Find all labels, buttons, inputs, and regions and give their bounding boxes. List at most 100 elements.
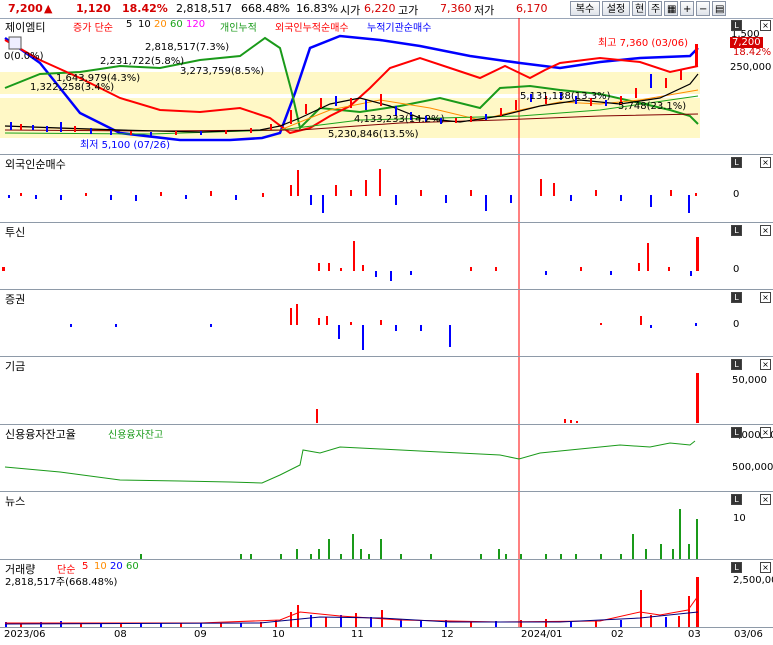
panel-lock-icon[interactable]: L [731, 427, 742, 438]
volume-ma20-label: 20 [110, 561, 123, 572]
panel-close-icon[interactable]: × [760, 292, 771, 303]
stock-name-label[interactable]: 제이엠티 [5, 19, 45, 35]
volume-ma5-line [5, 595, 699, 624]
x-label-10: 10 [272, 629, 285, 640]
low-value: 6,170 [516, 2, 548, 15]
panel-close-icon[interactable]: × [760, 427, 771, 438]
foreign-panel[interactable]: 외국인순매수 0 L × [0, 155, 773, 223]
foreign-plot [8, 155, 697, 222]
securities-zero-label: 0 [733, 319, 740, 330]
change-percent: 18.42% [122, 2, 168, 15]
x-label-11: 11 [351, 629, 364, 640]
foreign-zero-label: 0 [733, 189, 740, 200]
x-label-12: 12 [441, 629, 454, 640]
low-label: 저가 [474, 4, 495, 17]
pension-panel[interactable]: 기금 50,000 L × [0, 357, 773, 425]
multi-button[interactable]: 복수 [570, 1, 600, 16]
x-label-03-06: 03/06 [734, 629, 763, 640]
trust-panel-title[interactable]: 투신 [5, 224, 25, 240]
panel-lock-icon[interactable]: L [731, 157, 742, 168]
panel-close-icon[interactable]: × [760, 225, 771, 236]
securities-panel-title[interactable]: 증권 [5, 291, 25, 307]
legend-institution: 누적기관순매수 [367, 23, 432, 34]
legend-individual: 개인누적 [220, 23, 257, 34]
news-panel[interactable]: 뉴스 10 L × [0, 492, 773, 560]
panel-close-icon[interactable]: × [760, 20, 771, 31]
annotation-1: 2,818,517(7.3%) [145, 42, 230, 53]
annotation-9: 4,133,233(14.2%) [354, 114, 445, 125]
securities-plot [70, 290, 697, 356]
stock-button[interactable]: 주 [648, 1, 662, 16]
x-label-03: 03 [688, 629, 701, 640]
annotation-7: 5,131,138(13.3%) [520, 91, 611, 102]
volume-value: 2,818,517 [176, 2, 232, 15]
up-arrow-icon: ▲ [44, 2, 53, 15]
panel-lock-icon[interactable]: L [731, 562, 742, 573]
trust-panel[interactable]: 투신 0 L × [0, 223, 773, 290]
percent-tag: 18.42% [733, 47, 772, 58]
add-icon[interactable]: + [680, 1, 694, 16]
grid-icon[interactable]: ▦ [664, 1, 678, 16]
volume-sub-label: 2,818,517주(668.48%) [5, 577, 118, 588]
panel-lock-icon[interactable]: L [731, 292, 742, 303]
panel-lock-icon[interactable]: L [731, 359, 742, 370]
credit-balance-title: 신용융자잔고 [108, 430, 164, 441]
panel-lock-icon[interactable]: L [731, 494, 742, 505]
open-value: 6,220 [364, 2, 396, 15]
settings-button[interactable]: 설정 [602, 1, 630, 16]
x-axis: 2023/06 08 09 10 11 12 2024/01 02 03 03/… [0, 627, 773, 645]
volume-ma10-label: 10 [94, 561, 107, 572]
volume-panel[interactable]: 거래량 단순 5 10 20 60 2,818,517주(668.48%) 2,… [0, 560, 773, 627]
panel-close-icon[interactable]: × [760, 359, 771, 370]
pension-plot [316, 357, 699, 424]
news-bars [140, 509, 698, 559]
window-icon[interactable]: ▤ [712, 1, 726, 16]
legend-ma10: 10 [138, 19, 151, 30]
news-y-label: 10 [733, 513, 746, 524]
volume-ma5-label: 5 [82, 561, 89, 572]
securities-panel[interactable]: 증권 0 L × [0, 290, 773, 357]
high-label: 고가 [398, 4, 419, 17]
foreign-bars [8, 169, 697, 213]
legend-ma5: 5 [126, 19, 133, 30]
pension-panel-title[interactable]: 기금 [5, 358, 25, 374]
pension-y-label: 50,000 [732, 375, 767, 386]
quote-bar: 7,200 ▲ 1,120 18.42% 2,818,517 668.48% 1… [0, 0, 773, 19]
panel-lock-icon[interactable]: L [731, 225, 742, 236]
x-label-09: 09 [194, 629, 207, 640]
annotation-3: 3,273,759(8.5%) [180, 66, 265, 77]
x-label-02: 02 [611, 629, 624, 640]
turnover-rate: 16.83% [296, 2, 338, 15]
x-label-2024-01: 2024/01 [521, 629, 563, 640]
legend-ma60: 60 [170, 19, 183, 30]
volume-ma60-label: 60 [126, 561, 139, 572]
news-panel-title[interactable]: 뉴스 [5, 493, 25, 509]
high-annotation: 최고 7,360 (03/06) [598, 38, 689, 49]
x-label-08: 08 [114, 629, 127, 640]
minus-icon[interactable]: − [696, 1, 710, 16]
legend-ma120: 120 [186, 19, 206, 30]
panel-close-icon[interactable]: × [760, 157, 771, 168]
volume-y-label: 2,500,000 [733, 575, 773, 586]
foreign-panel-title[interactable]: 외국인순매수 [5, 156, 66, 172]
high-value: 7,360 [440, 2, 472, 15]
legend-ma20: 20 [154, 19, 167, 30]
price-panel[interactable]: 제이엠티 증가 단순 5 10 20 60 120 개인누적 외국인누적순매수 … [0, 18, 773, 155]
current-price: 7,200 [8, 2, 43, 15]
volume-ratio: 668.48% [241, 2, 290, 15]
panel-close-icon[interactable]: × [760, 494, 771, 505]
x-label-2023-06: 2023/06 [4, 629, 46, 640]
volume-ma20-line [4, 611, 699, 625]
pension-bars [316, 373, 699, 423]
panel-close-icon[interactable]: × [760, 562, 771, 573]
selection-box [8, 36, 22, 50]
legend-ma-label: 증가 단순 [73, 23, 113, 34]
zero-annotation: 0(0.0%) [4, 51, 44, 62]
legend-foreign: 외국인누적순매수 [275, 23, 349, 34]
panel-lock-icon[interactable]: L [731, 20, 742, 31]
securities-bars [70, 304, 697, 350]
credit-ratio-title[interactable]: 신용융자잔고율 [5, 426, 76, 442]
annotation-2: 2,231,722(5.8%) [100, 56, 185, 67]
credit-panel[interactable]: 신용융자잔고율 신용융자잔고 1,000,000 500,000 L × [0, 425, 773, 492]
current-button[interactable]: 현 [632, 1, 646, 16]
